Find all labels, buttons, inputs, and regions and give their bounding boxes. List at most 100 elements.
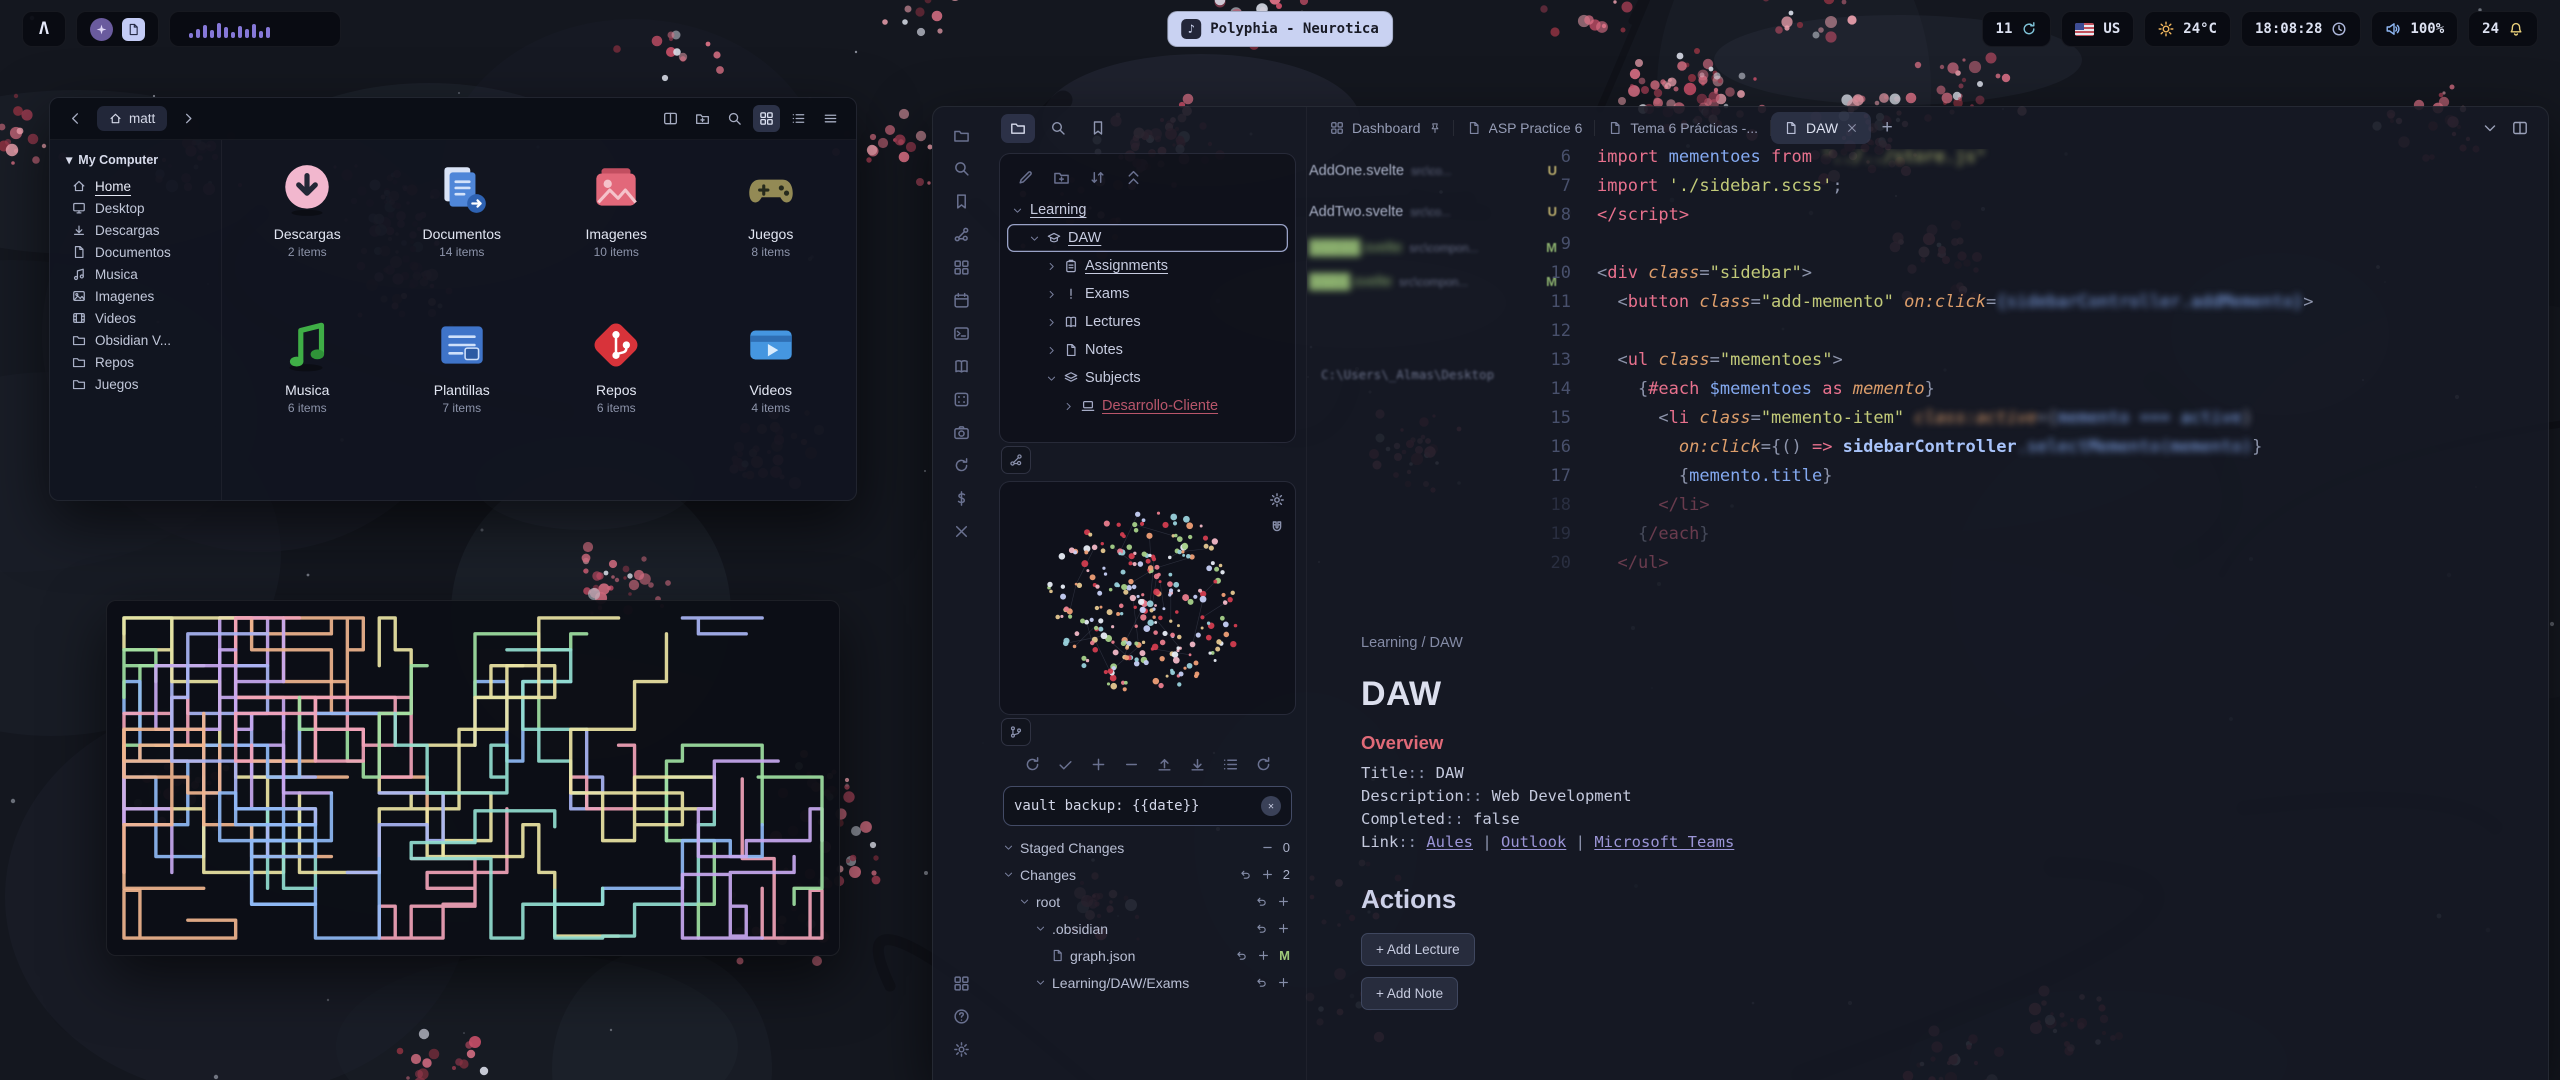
sidebar-item-documentos[interactable]: Documentos bbox=[66, 241, 213, 263]
undo-icon[interactable] bbox=[1255, 922, 1268, 935]
tree-item-daw[interactable]: DAW bbox=[1007, 224, 1288, 252]
breadcrumb[interactable]: matt bbox=[97, 106, 167, 131]
sidebar-tab-files[interactable] bbox=[1001, 114, 1035, 143]
tab-asp-practice-6[interactable]: ASP Practice 6 bbox=[1454, 112, 1596, 144]
undo-icon[interactable] bbox=[1235, 949, 1248, 962]
back-button[interactable] bbox=[62, 105, 89, 132]
undo-icon[interactable] bbox=[1239, 868, 1252, 881]
folder-videos[interactable]: Videos4 items bbox=[694, 310, 849, 460]
commit-message-input[interactable]: vault backup: {{date}} ✕ bbox=[1003, 786, 1292, 826]
clear-message-button[interactable]: ✕ bbox=[1261, 796, 1281, 816]
ribbon-canvas-button[interactable] bbox=[944, 251, 978, 284]
plus-icon[interactable] bbox=[1277, 895, 1290, 908]
tree-item-subjects[interactable]: Subjects bbox=[1000, 364, 1295, 392]
tab-dashboard[interactable]: Dashboard bbox=[1317, 112, 1454, 144]
ribbon-settings-button[interactable] bbox=[944, 1033, 978, 1066]
sidebar-item-imagenes[interactable]: Imagenes bbox=[66, 285, 213, 307]
magnet-icon[interactable] bbox=[1269, 520, 1285, 536]
add-lecture-button[interactable]: + Add Lecture bbox=[1361, 933, 1475, 966]
git-panel-tab[interactable] bbox=[1001, 718, 1031, 746]
git-change-list-button[interactable] bbox=[1215, 751, 1245, 778]
widget-weather[interactable]: 24°C bbox=[2144, 11, 2231, 47]
ribbon-bookmarks-button[interactable] bbox=[944, 185, 978, 218]
new-note-button[interactable] bbox=[1010, 164, 1040, 190]
ribbon-terminal-button[interactable] bbox=[944, 317, 978, 350]
git-pull-button[interactable] bbox=[1182, 751, 1212, 778]
ribbon-reading-mode-button[interactable] bbox=[944, 350, 978, 383]
git-backup-button[interactable] bbox=[1017, 751, 1047, 778]
sidebar-item-obsidian-v[interactable]: Obsidian V... bbox=[66, 329, 213, 351]
sidebar-tab-search[interactable] bbox=[1041, 114, 1075, 143]
undo-icon[interactable] bbox=[1255, 895, 1268, 908]
preview-pane-button[interactable] bbox=[657, 105, 684, 132]
tab-daw[interactable]: DAW bbox=[1771, 112, 1871, 144]
git-row-learning-daw-exams[interactable]: Learning/DAW/Exams bbox=[989, 969, 1306, 996]
link-microsoft-teams[interactable]: Microsoft Teams bbox=[1594, 833, 1734, 851]
ribbon-search-button[interactable] bbox=[944, 152, 978, 185]
folder-repos[interactable]: Repos6 items bbox=[539, 310, 694, 460]
plus-icon[interactable] bbox=[1277, 922, 1290, 935]
ribbon-daily-note-button[interactable] bbox=[944, 284, 978, 317]
folder-plantillas[interactable]: Plantillas7 items bbox=[385, 310, 540, 460]
folder-musica[interactable]: Musica6 items bbox=[230, 310, 385, 460]
widget-volume[interactable]: 100% bbox=[2371, 11, 2458, 47]
new-folder-button[interactable] bbox=[1046, 164, 1076, 190]
git-push-button[interactable] bbox=[1149, 751, 1179, 778]
tab-tema-6-pr-cticas[interactable]: Tema 6 Prácticas -... bbox=[1595, 112, 1771, 144]
tree-item-exams[interactable]: Exams bbox=[1000, 280, 1295, 308]
ribbon-screenshot-button[interactable] bbox=[944, 416, 978, 449]
ribbon-sync-button[interactable] bbox=[944, 449, 978, 482]
launcher-button[interactable]: Λ bbox=[22, 11, 66, 47]
git-row-obsidian[interactable]: .obsidian bbox=[989, 915, 1306, 942]
folder-imagenes[interactable]: Imagenes10 items bbox=[539, 154, 694, 304]
sidebar-item-desktop[interactable]: Desktop bbox=[66, 197, 213, 219]
grid-view-button[interactable] bbox=[753, 105, 780, 132]
widget-notifications[interactable]: 24 bbox=[2468, 11, 2538, 47]
gear-icon[interactable] bbox=[1269, 492, 1285, 508]
widget-updates[interactable]: 11 bbox=[1982, 11, 2052, 47]
folder-documentos[interactable]: Documentos14 items bbox=[385, 154, 540, 304]
app-shortcut-1-button[interactable] bbox=[90, 18, 113, 41]
menu-button[interactable] bbox=[817, 105, 844, 132]
sidebar-item-repos[interactable]: Repos bbox=[66, 351, 213, 373]
link-outlook[interactable]: Outlook bbox=[1501, 833, 1566, 851]
git-refresh-button[interactable] bbox=[1248, 751, 1278, 778]
add-note-button[interactable]: + Add Note bbox=[1361, 977, 1458, 1010]
sidebar-item-home[interactable]: Home bbox=[66, 175, 213, 197]
folder-juegos[interactable]: Juegos8 items bbox=[694, 154, 849, 304]
ribbon-currency-button[interactable] bbox=[944, 482, 978, 515]
split-layout-icon[interactable] bbox=[2512, 120, 2528, 136]
tree-item-desarrollo-cliente[interactable]: Desarrollo-Cliente bbox=[1000, 392, 1295, 420]
plus-icon[interactable] bbox=[1277, 976, 1290, 989]
ribbon-files-button[interactable] bbox=[944, 119, 978, 152]
collapse-all-button[interactable] bbox=[1118, 164, 1148, 190]
ribbon-close-button[interactable] bbox=[944, 515, 978, 548]
sidebar-item-videos[interactable]: Videos bbox=[66, 307, 213, 329]
tree-item-learning[interactable]: Learning bbox=[1000, 196, 1295, 224]
ribbon-random-note-button[interactable] bbox=[944, 383, 978, 416]
sidebar-tab-bookmarks[interactable] bbox=[1081, 114, 1115, 143]
ribbon-graph-view-button[interactable] bbox=[944, 218, 978, 251]
link-aules[interactable]: Aules bbox=[1426, 833, 1473, 851]
git-row-staged-changes[interactable]: Staged Changes0 bbox=[989, 834, 1306, 861]
folder-descargas[interactable]: Descargas2 items bbox=[230, 154, 385, 304]
ribbon-vault-switcher-button[interactable] bbox=[944, 967, 978, 1000]
undo-icon[interactable] bbox=[1255, 976, 1268, 989]
git-row-graph-json[interactable]: graph.jsonM bbox=[989, 942, 1306, 969]
ribbon-help-button[interactable] bbox=[944, 1000, 978, 1033]
new-tab-button[interactable]: + bbox=[1871, 112, 1903, 144]
widget-keyboard-layout[interactable]: US bbox=[2061, 11, 2134, 47]
app-shortcut-2-button[interactable] bbox=[122, 18, 145, 41]
tree-item-assignments[interactable]: Assignments bbox=[1000, 252, 1295, 280]
sidebar-item-juegos[interactable]: Juegos bbox=[66, 373, 213, 395]
tree-item-lectures[interactable]: Lectures bbox=[1000, 308, 1295, 336]
git-row-root[interactable]: root bbox=[989, 888, 1306, 915]
graph-panel-tab[interactable] bbox=[1001, 446, 1031, 474]
git-commit-button[interactable] bbox=[1050, 751, 1080, 778]
plus-icon[interactable] bbox=[1261, 868, 1274, 881]
now-playing-widget[interactable]: ♪ Polyphia - Neurotica bbox=[1167, 11, 1393, 47]
tree-item-notes[interactable]: Notes bbox=[1000, 336, 1295, 364]
minus-icon[interactable] bbox=[1261, 841, 1274, 854]
plus-icon[interactable] bbox=[1257, 949, 1270, 962]
widget-clock[interactable]: 18:08:28 bbox=[2241, 11, 2361, 47]
